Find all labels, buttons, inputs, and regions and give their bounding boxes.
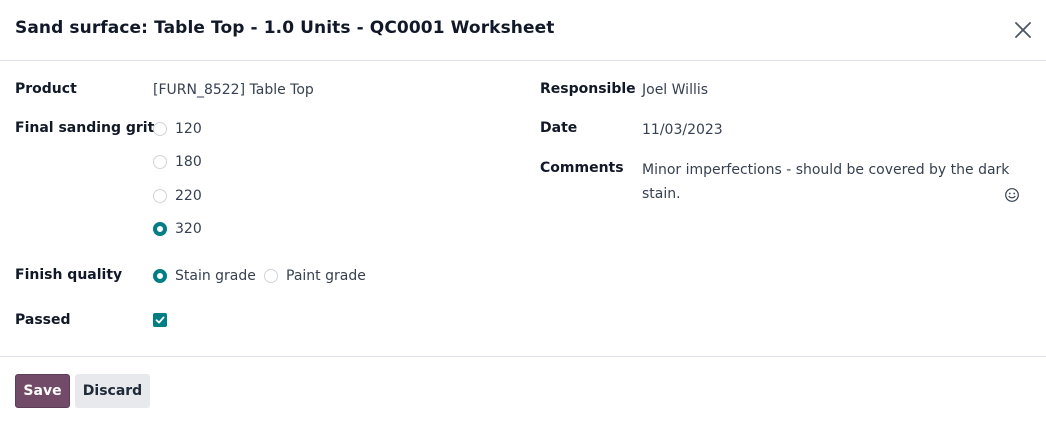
radio-button[interactable]: [153, 122, 167, 136]
discard-button[interactable]: Discard: [75, 374, 150, 408]
product-label: Product: [15, 81, 77, 97]
finish-label: Finish quality: [15, 267, 123, 283]
date-label: Date: [540, 120, 578, 136]
comments-label: Comments: [540, 160, 624, 176]
grit-option-180[interactable]: 180: [153, 154, 202, 170]
radio-button[interactable]: [153, 155, 167, 169]
close-button[interactable]: [1010, 18, 1036, 44]
radio-button[interactable]: [264, 269, 278, 283]
dialog-title: Sand surface: Table Top - 1.0 Units - QC…: [15, 18, 555, 38]
responsible-value[interactable]: Joel Willis: [642, 82, 708, 98]
grit-option-label: 220: [175, 188, 202, 204]
grit-option-120[interactable]: 120: [153, 121, 202, 137]
grit-option-220[interactable]: 220: [153, 188, 202, 204]
comments-field[interactable]: Minor imperfections - should be covered …: [642, 158, 1012, 206]
radio-button[interactable]: [153, 189, 167, 203]
grit-option-320[interactable]: 320: [153, 221, 202, 237]
responsible-label: Responsible: [540, 81, 636, 97]
worksheet-dialog: Sand surface: Table Top - 1.0 Units - QC…: [0, 0, 1046, 424]
finish-option-label: Paint grade: [286, 268, 366, 284]
passed-checkbox[interactable]: [153, 313, 167, 327]
passed-label: Passed: [15, 312, 71, 328]
finish-option-stain[interactable]: Stain grade: [153, 268, 256, 284]
close-icon: [1015, 22, 1031, 38]
finish-option-paint[interactable]: Paint grade: [264, 268, 366, 284]
save-button[interactable]: Save: [15, 374, 70, 408]
grit-label: Final sanding grit: [15, 120, 155, 136]
radio-button-selected[interactable]: [153, 269, 167, 283]
smiley-icon: [1005, 188, 1019, 202]
dialog-header: Sand surface: Table Top - 1.0 Units - QC…: [0, 0, 1046, 61]
checkmark-icon: [155, 316, 165, 324]
grit-option-label: 180: [175, 154, 202, 170]
product-value[interactable]: [FURN_8522] Table Top: [153, 82, 314, 98]
emoji-button[interactable]: [1004, 187, 1020, 203]
grit-option-label: 120: [175, 121, 202, 137]
grit-option-label: 320: [175, 221, 202, 237]
footer-divider: [0, 356, 1046, 357]
date-value[interactable]: 11/03/2023: [642, 122, 723, 138]
radio-button-selected[interactable]: [153, 222, 167, 236]
finish-option-label: Stain grade: [175, 268, 256, 284]
